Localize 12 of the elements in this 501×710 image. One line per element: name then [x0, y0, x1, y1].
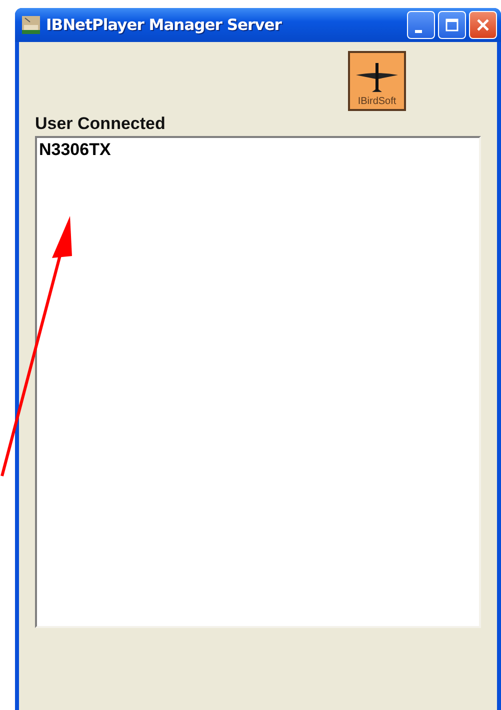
minimize-button[interactable]: [407, 11, 435, 39]
list-label: User Connected: [35, 114, 166, 134]
app-icon: [22, 16, 40, 34]
close-icon: [476, 18, 490, 32]
user-list[interactable]: N3306TX: [35, 136, 481, 628]
window-title: IBNetPlayer Manager Server: [46, 16, 283, 34]
logo-text: IBirdSoft: [358, 96, 396, 107]
maximize-button[interactable]: [438, 11, 466, 39]
close-button[interactable]: [469, 11, 497, 39]
minimize-icon: [414, 30, 422, 32]
list-item[interactable]: N3306TX: [39, 140, 111, 160]
maximize-icon: [445, 18, 459, 32]
